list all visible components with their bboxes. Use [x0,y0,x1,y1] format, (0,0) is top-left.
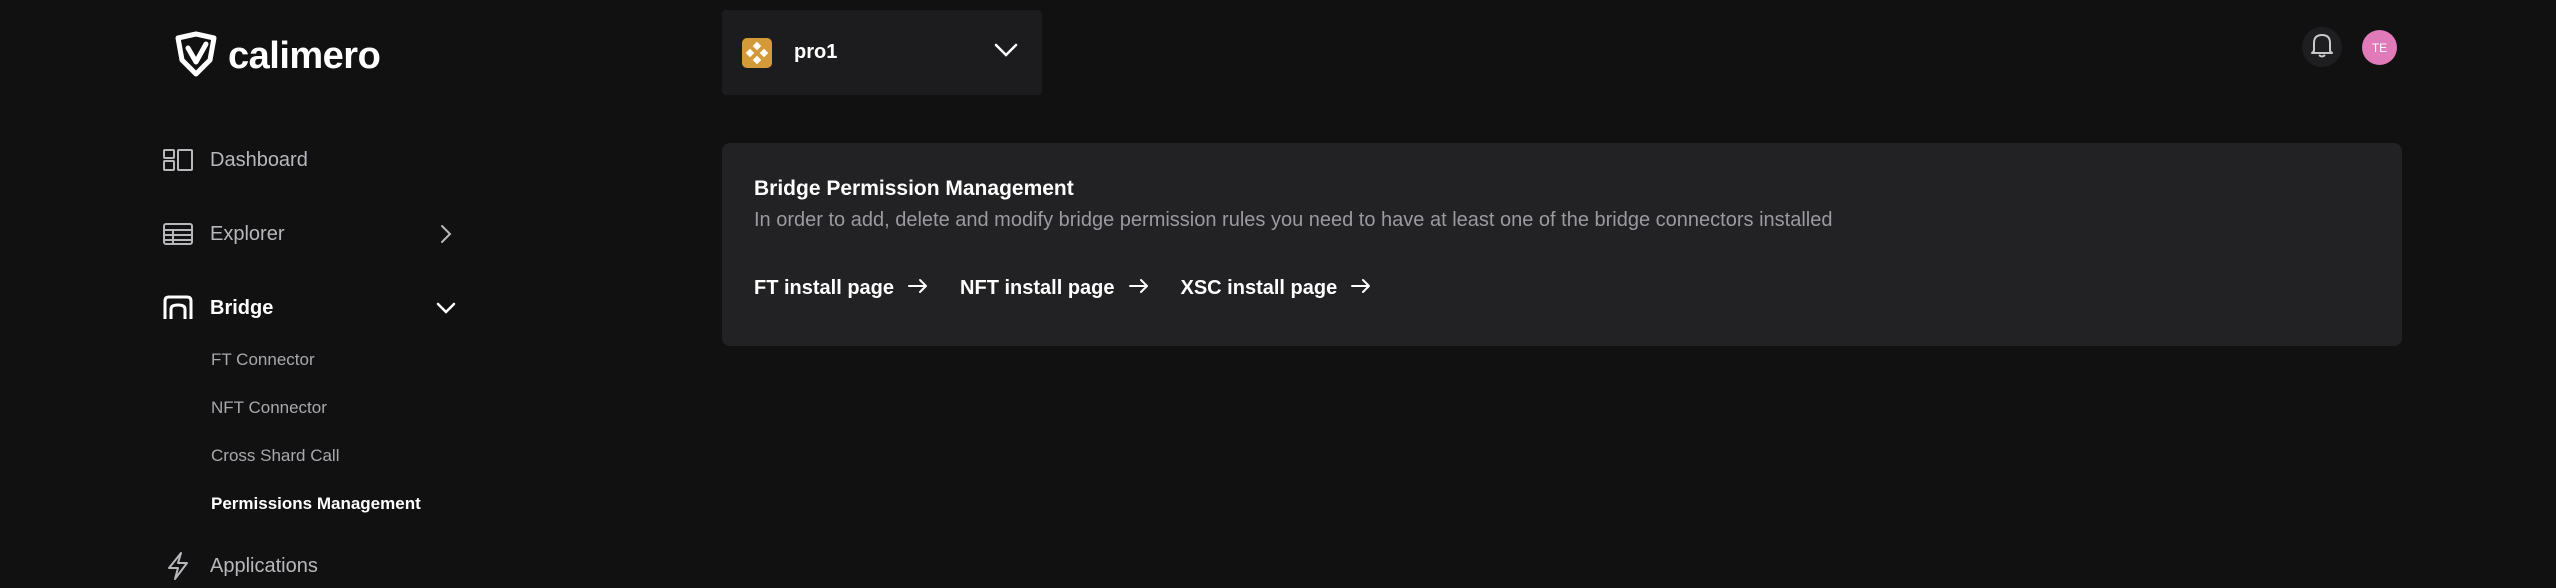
bell-icon [2310,32,2334,63]
sidebar-item-label: Explorer [210,222,285,245]
xsc-install-link[interactable]: XSC install page [1181,277,1372,300]
project-icon [742,38,772,68]
arrow-right-icon [1128,277,1149,300]
sidebar-item-explorer[interactable]: Explorer [162,212,462,256]
bolt-icon [162,550,194,582]
arrow-right-icon [908,277,928,300]
chevron-down-icon[interactable] [436,298,456,318]
notifications-button[interactable] [2302,27,2342,67]
nft-install-link[interactable]: NFT install page [960,277,1148,300]
sidebar-subitem-cross-shard-call[interactable]: Cross Shard Call [211,446,340,466]
sidebar-item-bridge[interactable]: Bridge [162,286,462,330]
sidebar-item-label: Bridge [210,296,274,319]
sidebar-item-label: Dashboard [210,148,308,171]
brand-name: calimero [228,35,381,77]
project-selector[interactable]: pro1 [722,10,1042,95]
sidebar-item-dashboard[interactable]: Dashboard [162,138,308,182]
sidebar-item-applications[interactable]: Applications [162,544,318,588]
table-icon [162,218,194,250]
brand-logo[interactable]: calimero [172,30,381,83]
permission-info-panel: Bridge Permission Management In order to… [722,143,2402,346]
chevron-down-icon [994,42,1018,63]
panel-description: In order to add, delete and modify bridg… [754,209,1833,231]
dashboard-icon [162,144,194,176]
sidebar-subitem-permissions-management[interactable]: Permissions Management [211,494,421,514]
link-label: XSC install page [1180,277,1338,299]
sidebar-subitem-ft-connector[interactable]: FT Connector [211,350,315,370]
install-links: FT install page NFT install page XSC ins… [754,277,1371,300]
sidebar-subitem-nft-connector[interactable]: NFT Connector [211,398,327,418]
link-label: NFT install page [960,277,1115,299]
sidebar-item-label: Applications [210,554,318,577]
bridge-icon [162,292,194,324]
avatar[interactable]: TE [2362,30,2397,65]
calimero-logo-icon [172,30,220,83]
panel-title: Bridge Permission Management [754,177,1074,200]
project-name: pro1 [794,41,838,63]
chevron-right-icon[interactable] [436,224,456,244]
ft-install-link[interactable]: FT install page [754,277,928,300]
arrow-right-icon [1351,277,1371,300]
link-label: FT install page [754,277,895,299]
